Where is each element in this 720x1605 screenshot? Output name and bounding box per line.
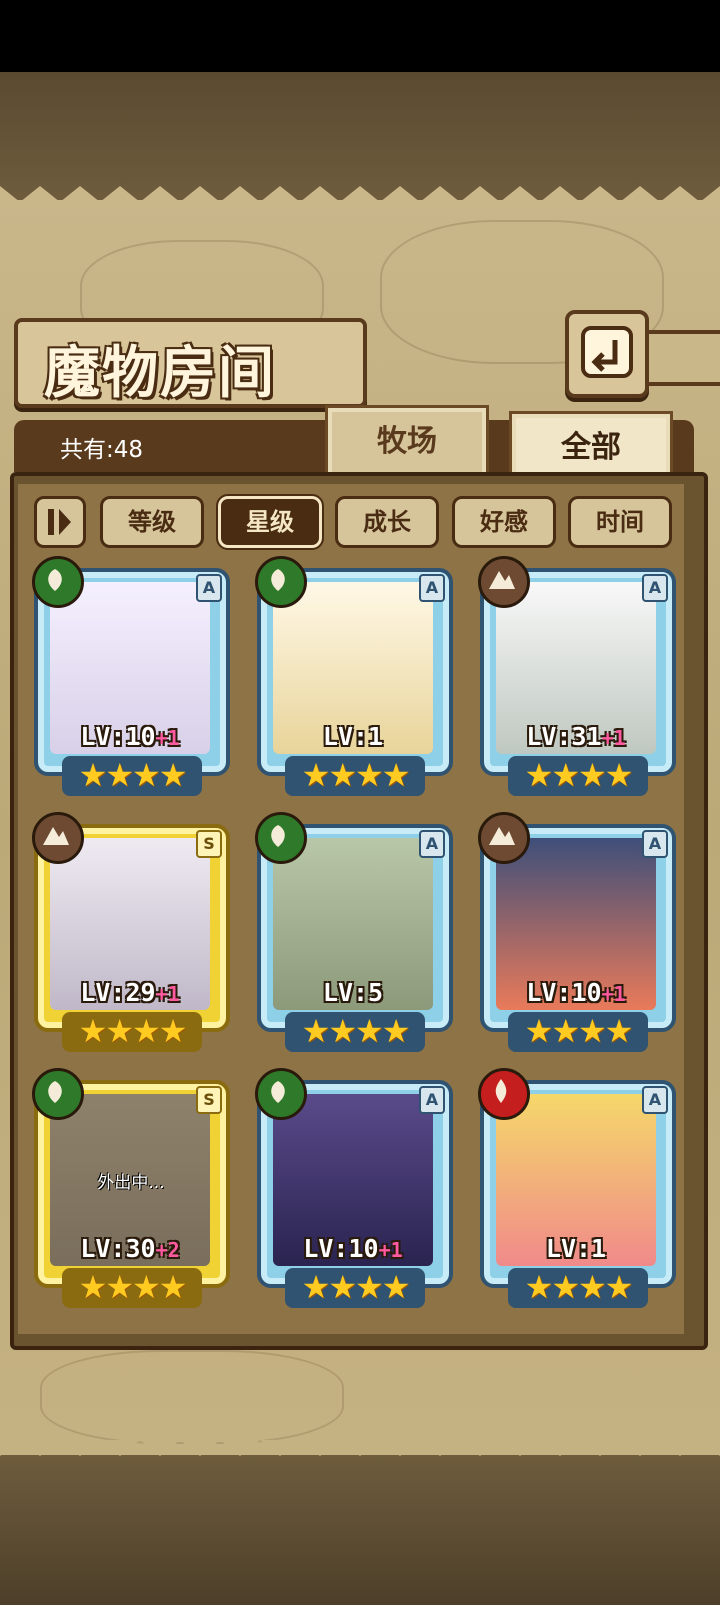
rank-badge: A bbox=[642, 830, 668, 858]
rank-badge: A bbox=[642, 1086, 668, 1114]
star-rating: ★★★★ bbox=[285, 756, 425, 796]
star-rating: ★★★★ bbox=[62, 1012, 202, 1052]
map-background-bottom bbox=[0, 1455, 720, 1605]
nature-element-icon bbox=[255, 1068, 307, 1120]
rank-badge: A bbox=[419, 574, 445, 602]
rank-badge: S bbox=[196, 830, 222, 858]
level-label: LV:1 bbox=[322, 722, 384, 751]
monster-card[interactable]: A LV:10+1 ★★★★ bbox=[478, 812, 676, 1052]
star-rating: ★★★★ bbox=[508, 756, 648, 796]
rank-badge: S bbox=[196, 1086, 222, 1114]
sort-level-button[interactable]: 等级 bbox=[100, 496, 204, 548]
earth-element-icon bbox=[32, 812, 84, 864]
star-rating: ★★★★ bbox=[285, 1012, 425, 1052]
fire-element-icon bbox=[478, 1068, 530, 1120]
level-label: LV:30+2 bbox=[80, 1234, 180, 1263]
level-label: LV:1 bbox=[545, 1234, 607, 1263]
nature-element-icon bbox=[32, 556, 84, 608]
star-rating: ★★★★ bbox=[285, 1268, 425, 1308]
rank-badge: A bbox=[419, 830, 445, 858]
level-label: LV:10+1 bbox=[303, 1234, 403, 1263]
sort-order-button[interactable] bbox=[34, 496, 86, 548]
nature-element-icon bbox=[255, 812, 307, 864]
rank-badge: A bbox=[419, 1086, 445, 1114]
map-background-top bbox=[0, 72, 720, 202]
title-plate: 魔物房间 bbox=[14, 318, 367, 408]
nature-element-icon bbox=[255, 556, 307, 608]
status-bar bbox=[0, 0, 720, 72]
nature-element-icon bbox=[32, 1068, 84, 1120]
level-label: LV:10+1 bbox=[526, 978, 626, 1007]
monster-card[interactable]: A LV:5 ★★★★ bbox=[255, 812, 453, 1052]
star-rating: ★★★★ bbox=[62, 1268, 202, 1308]
sort-star-button[interactable]: 星级 bbox=[216, 494, 324, 550]
monster-card[interactable]: A LV:1 ★★★★ bbox=[478, 1068, 676, 1308]
tab-ranch[interactable]: 牧场 bbox=[325, 405, 489, 481]
monster-card[interactable]: A LV:31+1 ★★★★ bbox=[478, 556, 676, 796]
torn-edge-bottom bbox=[0, 1440, 720, 1456]
back-button[interactable] bbox=[565, 310, 649, 398]
monster-card[interactable]: A LV:1 ★★★★ bbox=[255, 556, 453, 796]
level-label: LV:5 bbox=[322, 978, 384, 1007]
rank-badge: A bbox=[642, 574, 668, 602]
tab-all[interactable]: 全部 bbox=[509, 411, 673, 483]
sort-order-icon bbox=[48, 509, 71, 535]
sort-affection-button[interactable]: 好感 bbox=[452, 496, 556, 548]
return-arrow-icon bbox=[581, 326, 633, 378]
star-rating: ★★★★ bbox=[62, 756, 202, 796]
monster-card[interactable]: S LV:29+1 ★★★★ bbox=[32, 812, 230, 1052]
level-label: LV:31+1 bbox=[526, 722, 626, 751]
star-rating: ★★★★ bbox=[508, 1268, 648, 1308]
star-rating: ★★★★ bbox=[508, 1012, 648, 1052]
away-status: 外出中... bbox=[97, 1173, 165, 1193]
sort-time-button[interactable]: 时间 bbox=[568, 496, 672, 548]
level-label: LV:29+1 bbox=[80, 978, 180, 1007]
sort-growth-button[interactable]: 成长 bbox=[335, 496, 439, 548]
back-rail bbox=[648, 330, 720, 386]
page-title: 魔物房间 bbox=[44, 340, 276, 406]
monster-card[interactable]: 外出中... S LV:30+2 ★★★★ bbox=[32, 1068, 230, 1308]
earth-element-icon bbox=[478, 812, 530, 864]
level-label: LV:10+1 bbox=[80, 722, 180, 751]
earth-element-icon bbox=[478, 556, 530, 608]
monster-card[interactable]: A LV:10+1 ★★★★ bbox=[32, 556, 230, 796]
monster-card[interactable]: A LV:10+1 ★★★★ bbox=[255, 1068, 453, 1308]
rank-badge: A bbox=[196, 574, 222, 602]
monster-count: 共有:48 bbox=[60, 437, 144, 463]
